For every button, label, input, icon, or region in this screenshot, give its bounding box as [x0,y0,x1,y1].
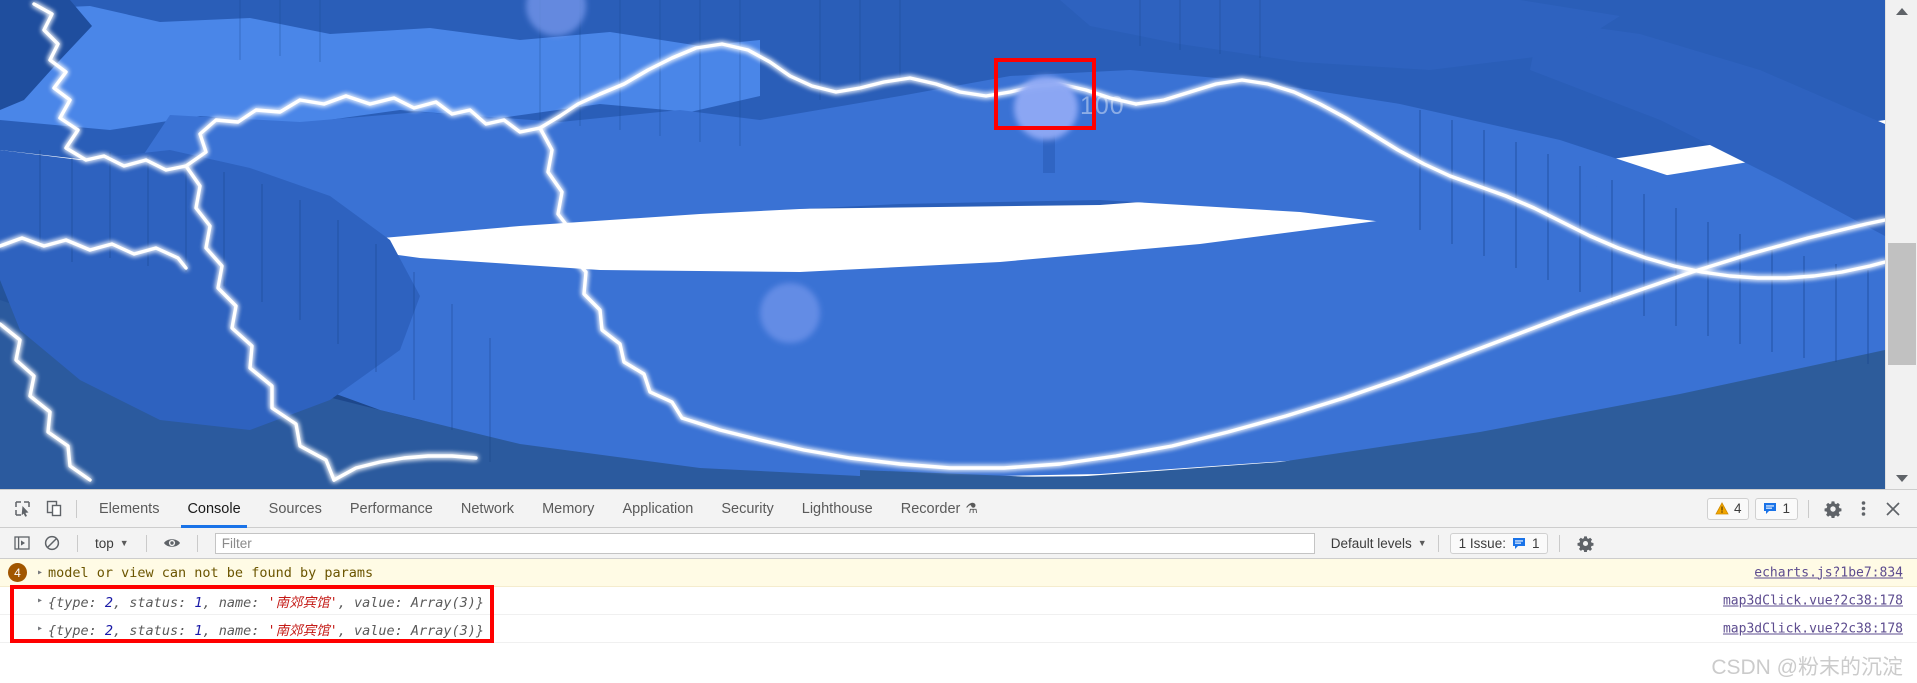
obj-mid-1: , status: [113,594,195,611]
repeat-count-badge: 4 [8,563,27,582]
filterbar-divider-2 [145,534,147,552]
issues-badge-icon [1512,537,1525,549]
tab-elements[interactable]: Elements [85,490,173,528]
devtools-tabbar: Elements Console Sources Performance Net… [0,490,1917,528]
console-message-list[interactable]: 4 ▸ model or view can not be found by pa… [0,559,1917,683]
issues-counter[interactable]: 1 [1755,497,1798,520]
console-log-row[interactable]: ▸ {type: 2, status: 1, name: '南郊宾馆', val… [0,587,1917,615]
tab-recorder[interactable]: Recorder ⚗ [887,490,992,528]
device-toolbar-icon[interactable] [40,495,68,523]
console-object-text: {type: 2, status: 1, name: '南郊宾馆', value… [48,619,484,639]
tab-recorder-label: Recorder [900,500,961,517]
source-link[interactable]: map3dClick.vue?2c38:178 [1723,621,1903,636]
scrollbar-thumb[interactable] [1888,243,1916,365]
experimental-flask-icon: ⚗ [965,500,978,516]
expand-triangle-icon[interactable]: ▸ [34,623,46,634]
status-divider [1808,499,1809,518]
issues-message-icon [1764,503,1777,514]
tab-network[interactable]: Network [447,490,528,528]
devtools-status-icons: 4 1 [1706,495,1917,523]
page-vertical-scrollbar[interactable] [1885,0,1917,489]
scroll-down-arrow-icon[interactable] [1886,467,1917,489]
toolbar-divider [76,499,77,518]
warnings-counter[interactable]: 4 [1706,497,1750,520]
devtools-tab-list: Elements Console Sources Performance Net… [85,490,992,528]
obj-mid-3: , value: Array(3)} [337,594,485,611]
filterbar-divider-1 [77,534,78,552]
issues-count-label: 1 [1782,501,1790,516]
devtools-panel: Elements Console Sources Performance Net… [0,489,1917,683]
console-settings-icon[interactable] [1571,529,1599,557]
clear-console-icon[interactable] [38,529,66,557]
close-devtools-icon[interactable] [1879,495,1907,523]
execution-context-label: top [95,535,114,551]
issues-shortcut-button[interactable]: 1 Issue: 1 [1449,532,1549,554]
filterbar-divider-3 [196,534,198,552]
chevron-down-icon: ▼ [119,538,129,548]
obj-mid-1: , status: [113,622,195,639]
obj-prefix: {type: [48,594,105,611]
warning-triangle-icon [1715,502,1729,515]
echarts-map3d-canvas[interactable]: 100 [0,0,1885,489]
tab-console[interactable]: Console [173,490,254,528]
execution-context-selector[interactable]: top ▼ [89,532,135,554]
console-warning-text: model or view can not be found by params [48,564,374,581]
tab-performance-label: Performance [349,500,433,517]
obj-name-value: '南郊宾馆' [267,622,338,639]
tab-lighthouse-label: Lighthouse [801,500,873,517]
tab-memory[interactable]: Memory [528,490,608,528]
expand-triangle-icon[interactable]: ▸ [34,567,46,578]
expand-triangle-icon[interactable]: ▸ [34,595,46,606]
tab-security[interactable]: Security [707,490,787,528]
map-3d-graphic [0,0,1885,489]
console-filter-input[interactable] [214,532,1315,554]
log-levels-label: Default levels [1330,535,1412,551]
console-warning-row[interactable]: 4 ▸ model or view can not be found by pa… [0,559,1917,587]
obj-mid-2: , name: [202,594,268,611]
console-log-row[interactable]: ▸ {type: 2, status: 1, name: '南郊宾馆', val… [0,615,1917,643]
more-options-icon[interactable] [1849,495,1877,523]
obj-mid-2: , name: [202,622,268,639]
console-object-text: {type: 2, status: 1, name: '南郊宾馆', value… [48,591,484,611]
tab-sources[interactable]: Sources [255,490,336,528]
source-link[interactable]: echarts.js?1be7:834 [1754,565,1903,580]
tab-sources-label: Sources [268,500,322,517]
source-link[interactable]: map3dClick.vue?2c38:178 [1723,593,1903,608]
filterbar-divider-5 [1559,534,1561,552]
map-marker-dot-center [760,283,820,343]
obj-type-value: 2 [104,622,114,639]
live-expression-icon[interactable] [158,529,186,557]
page-viewport: 100 [0,0,1917,489]
inspect-element-icon[interactable] [8,495,36,523]
filterbar-divider-4 [1437,534,1439,552]
tab-network-label: Network [460,500,515,517]
scroll-up-arrow-icon[interactable] [1886,0,1917,22]
log-levels-selector[interactable]: Default levels ▼ [1331,536,1427,551]
tab-lighthouse[interactable]: Lighthouse [788,490,887,528]
issues-shortcut-label: 1 Issue: [1458,535,1506,551]
obj-type-value: 2 [104,594,114,611]
tab-security-label: Security [721,500,774,517]
levels-chevron-down-icon: ▼ [1417,538,1427,548]
settings-gear-icon[interactable] [1819,495,1847,523]
map-marker-dot-selected [1014,76,1078,140]
tab-performance[interactable]: Performance [336,490,447,528]
tab-console-label: Console [187,500,241,517]
obj-prefix: {type: [48,622,105,639]
tab-application[interactable]: Application [608,490,707,528]
issues-shortcut-count: 1 [1531,535,1540,551]
tab-elements-label: Elements [99,500,160,517]
csdn-watermark: CSDN @粉末的沉淀 [1711,656,1903,679]
tab-memory-label: Memory [542,500,595,517]
devtools-window: 100 Elements Console Sources Performance… [0,0,1917,683]
tab-application-label: Application [622,500,694,517]
map-marker-value-label: 100 [1080,92,1125,120]
devtools-tool-icons [0,495,68,523]
obj-mid-3: , value: Array(3)} [337,622,485,639]
console-sidebar-icon[interactable] [8,529,36,557]
warnings-count-label: 4 [1733,501,1742,516]
console-filter-toolbar: top ▼ Default levels ▼ 1 Issue: [0,528,1917,559]
obj-name-value: '南郊宾馆' [267,594,338,611]
